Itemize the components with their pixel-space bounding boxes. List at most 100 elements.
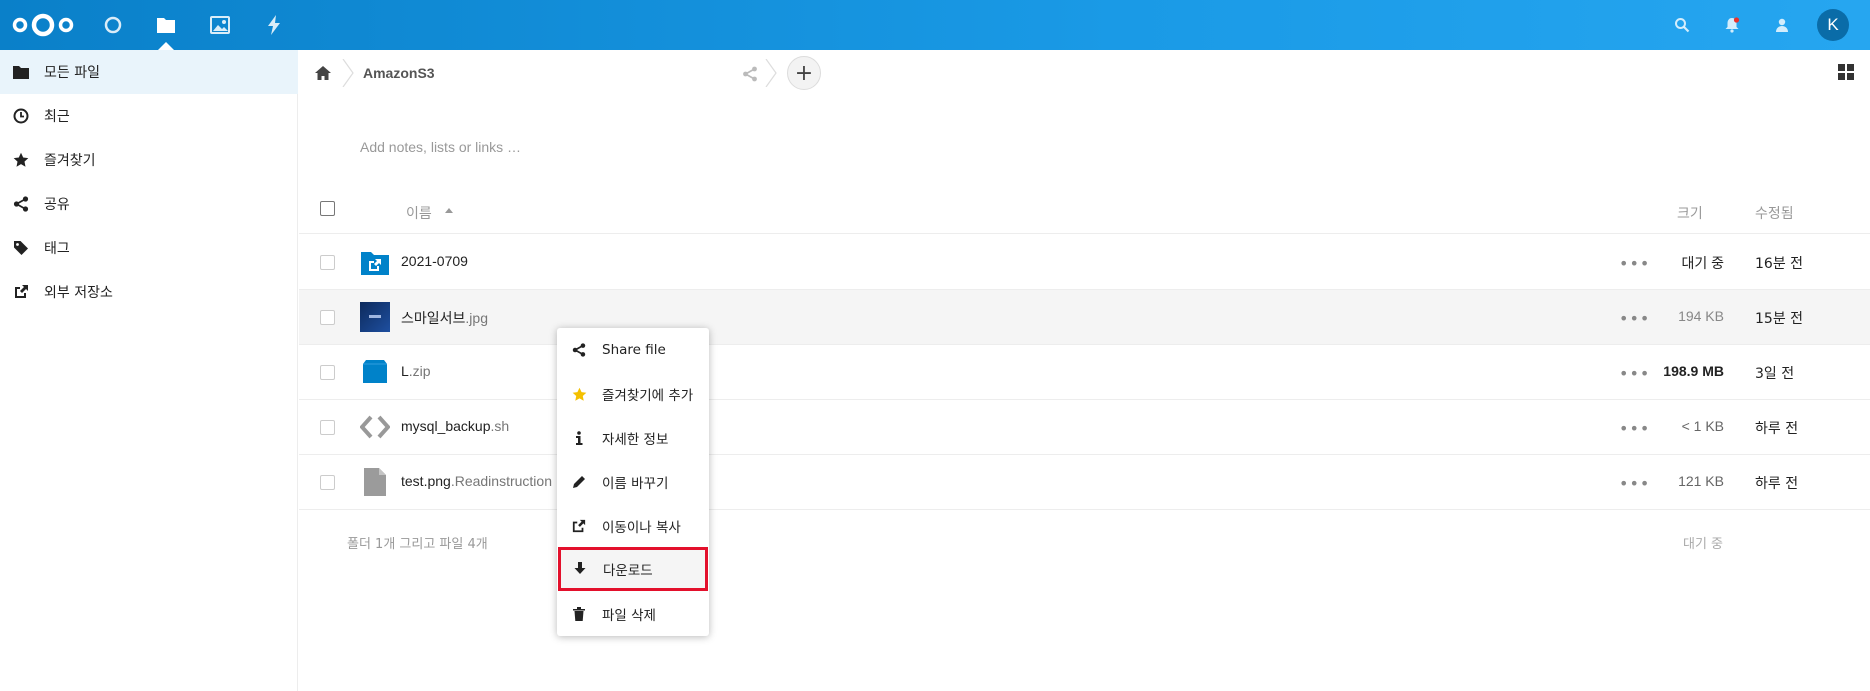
menu-item-label: Share file	[602, 342, 666, 358]
sidebar-item-external-storage[interactable]: 외부 저장소	[0, 270, 298, 314]
sidebar-item-tags[interactable]: 태그	[0, 226, 298, 270]
file-icon	[364, 468, 386, 496]
menu-item-move-copy[interactable]: 이동이나 복사	[557, 504, 709, 548]
file-summary-size: 대기 중	[1683, 537, 1724, 552]
file-name[interactable]: 2021-0709	[401, 253, 468, 269]
table-row[interactable]: 2021-0709 ••• 대기 중 16분 전	[299, 235, 1870, 290]
more-actions-icon[interactable]: •••	[1619, 419, 1649, 438]
new-file-button[interactable]: +	[787, 56, 821, 90]
breadcrumb-separator	[765, 59, 777, 87]
sidebar-item-label: 태그	[44, 241, 70, 257]
search-icon[interactable]	[1670, 13, 1694, 37]
move-icon	[570, 517, 588, 535]
table-row[interactable]: test.png.Readinstruction ••• 121 KB 하루 전	[299, 455, 1870, 510]
file-context-menu: Share file 즐겨찾기에 추가 자세한 정보 이름 바꾸기 이동이나 복…	[557, 328, 709, 636]
file-name[interactable]: test.png.Readinstruction	[401, 473, 552, 489]
share-icon[interactable]	[742, 66, 758, 82]
table-row[interactable]: mysql_backup.sh ••• < 1 KB 하루 전	[299, 400, 1870, 455]
sort-ascending-icon	[445, 208, 453, 213]
tag-icon	[12, 239, 30, 257]
row-checkbox[interactable]	[320, 255, 335, 270]
external-folder-icon	[361, 252, 389, 275]
menu-item-share-file[interactable]: Share file	[557, 328, 709, 372]
share-icon	[570, 341, 588, 359]
contacts-icon[interactable]	[1770, 13, 1794, 37]
menu-item-add-favorite[interactable]: 즐겨찾기에 추가	[557, 372, 709, 416]
file-name[interactable]: mysql_backup.sh	[401, 418, 509, 434]
nextcloud-logo[interactable]	[12, 11, 74, 39]
menu-item-label: 이동이나 복사	[602, 520, 681, 536]
photos-app-icon[interactable]	[208, 13, 232, 37]
column-header-name[interactable]: 이름	[406, 203, 432, 223]
trash-icon	[570, 605, 588, 623]
file-size: 121 KB	[1678, 473, 1724, 489]
menu-item-label: 다운로드	[603, 563, 653, 579]
sidebar-item-favorites[interactable]: 즐겨찾기	[0, 138, 298, 182]
column-header-modified[interactable]: 수정됨	[1755, 203, 1794, 223]
file-modified: 15분 전	[1755, 311, 1804, 327]
file-size: 대기 중	[1681, 255, 1724, 271]
menu-item-download[interactable]: 다운로드	[558, 547, 708, 591]
home-icon[interactable]	[313, 63, 333, 83]
file-name[interactable]: L.zip	[401, 363, 431, 379]
more-actions-icon[interactable]: •••	[1619, 474, 1649, 493]
star-icon	[570, 385, 588, 403]
select-all-checkbox[interactable]	[320, 201, 335, 216]
breadcrumb: AmazonS3 +	[299, 50, 1870, 96]
sidebar-item-shares[interactable]: 공유	[0, 182, 298, 226]
file-size: 198.9 MB	[1663, 363, 1724, 379]
file-modified: 하루 전	[1755, 476, 1799, 492]
file-name[interactable]: 스마일서브.jpg	[401, 308, 488, 328]
active-app-indicator	[158, 42, 174, 50]
file-size: 194 KB	[1678, 308, 1724, 324]
menu-item-label: 자세한 정보	[602, 432, 669, 448]
row-checkbox[interactable]	[320, 310, 335, 325]
menu-item-details[interactable]: 자세한 정보	[557, 416, 709, 460]
menu-item-label: 이름 바꾸기	[602, 476, 669, 492]
sidebar-item-all-files[interactable]: 모든 파일	[0, 50, 298, 94]
image-thumbnail-icon	[360, 302, 390, 332]
more-actions-icon[interactable]: •••	[1619, 254, 1649, 273]
pencil-icon	[570, 473, 588, 491]
info-icon	[570, 429, 588, 447]
file-size: < 1 KB	[1681, 418, 1724, 434]
sidebar-item-recent[interactable]: 최근	[0, 94, 298, 138]
files-app-icon[interactable]	[154, 13, 178, 37]
share-icon	[12, 195, 30, 213]
sidebar-item-label: 외부 저장소	[44, 285, 113, 301]
row-checkbox[interactable]	[320, 475, 335, 490]
file-modified: 하루 전	[1755, 421, 1799, 437]
user-avatar[interactable]: K	[1817, 9, 1849, 41]
file-modified: 16분 전	[1755, 256, 1804, 272]
breadcrumb-folder[interactable]: AmazonS3	[363, 65, 435, 81]
table-row[interactable]: L.zip ••• 198.9 MB 3일 전	[299, 345, 1870, 400]
more-actions-icon[interactable]: •••	[1619, 364, 1649, 383]
menu-item-label: 즐겨찾기에 추가	[602, 388, 694, 404]
sidebar-item-label: 즐겨찾기	[44, 153, 96, 169]
breadcrumb-separator	[342, 59, 354, 87]
sidebar: 모든 파일 최근 즐겨찾기 공유 태그 외부 저장소	[0, 50, 298, 691]
column-header-size[interactable]: 크기	[1677, 203, 1703, 223]
notifications-icon[interactable]	[1720, 13, 1744, 37]
file-summary: 폴더 1개 그리고 파일 4개	[347, 537, 488, 552]
menu-item-label: 파일 삭제	[602, 608, 656, 624]
clock-icon	[12, 107, 30, 125]
dashboard-app-icon[interactable]	[101, 13, 125, 37]
more-actions-icon[interactable]: •••	[1619, 309, 1649, 328]
top-header: K	[0, 0, 1870, 50]
sidebar-item-label: 최근	[44, 109, 70, 125]
code-icon	[360, 415, 390, 439]
row-checkbox[interactable]	[320, 365, 335, 380]
external-link-icon	[12, 283, 30, 301]
menu-item-delete[interactable]: 파일 삭제	[557, 592, 709, 636]
menu-item-rename[interactable]: 이름 바꾸기	[557, 460, 709, 504]
folder-icon	[12, 63, 30, 81]
file-modified: 3일 전	[1755, 366, 1795, 382]
row-checkbox[interactable]	[320, 420, 335, 435]
table-row[interactable]: 스마일서브.jpg ••• 194 KB 15분 전	[299, 290, 1870, 345]
activity-app-icon[interactable]	[262, 13, 286, 37]
star-icon	[12, 151, 30, 169]
grid-view-icon[interactable]	[1837, 63, 1855, 81]
sidebar-item-label: 모든 파일	[44, 65, 100, 81]
rich-workspace-placeholder[interactable]: Add notes, lists or links …	[360, 139, 521, 155]
